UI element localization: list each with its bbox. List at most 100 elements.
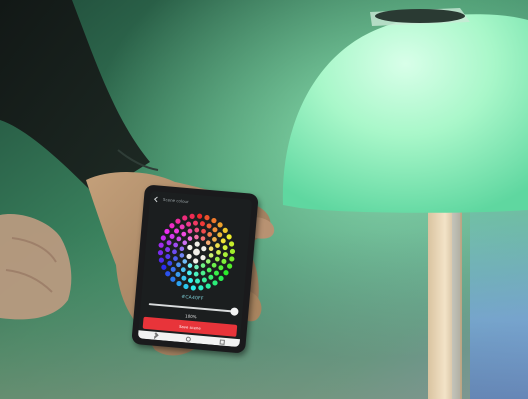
color-swatch[interactable] <box>215 243 220 248</box>
color-swatch[interactable] <box>164 228 170 235</box>
color-swatch[interactable] <box>194 278 200 284</box>
color-swatch[interactable] <box>217 232 223 238</box>
color-swatch[interactable] <box>179 253 185 258</box>
nav-back-icon[interactable] <box>151 332 159 340</box>
color-swatch[interactable] <box>222 252 228 258</box>
color-swatch[interactable] <box>179 246 185 252</box>
color-swatch[interactable] <box>186 221 192 227</box>
color-swatch[interactable] <box>227 263 233 269</box>
color-swatch[interactable] <box>161 264 167 270</box>
color-swatch[interactable] <box>208 246 214 252</box>
color-swatch[interactable] <box>182 215 188 221</box>
color-swatch[interactable] <box>218 275 224 282</box>
color-swatch[interactable] <box>217 222 223 228</box>
color-swatch[interactable] <box>173 256 178 261</box>
color-swatch[interactable] <box>165 254 171 260</box>
color-swatch[interactable] <box>180 267 186 273</box>
color-swatch[interactable] <box>201 277 207 283</box>
color-swatch[interactable] <box>212 236 217 242</box>
white-swatch[interactable] <box>193 258 199 264</box>
white-swatch[interactable] <box>194 241 200 247</box>
white-swatch[interactable] <box>201 246 207 252</box>
color-swatch[interactable] <box>223 270 229 276</box>
color-swatch[interactable] <box>198 285 204 291</box>
color-swatch[interactable] <box>220 238 226 244</box>
color-swatch[interactable] <box>221 258 227 264</box>
white-swatch[interactable] <box>186 253 192 260</box>
color-swatch[interactable] <box>182 240 188 246</box>
color-swatch[interactable] <box>193 271 199 277</box>
brightness-slider-knob[interactable] <box>230 307 239 316</box>
color-swatch[interactable] <box>176 280 182 287</box>
color-swatch[interactable] <box>205 259 211 264</box>
back-arrow-icon[interactable] <box>154 196 161 203</box>
color-swatch[interactable] <box>214 256 220 262</box>
color-swatch[interactable] <box>189 213 195 220</box>
white-swatch[interactable] <box>187 244 193 251</box>
color-swatch[interactable] <box>201 228 206 234</box>
color-swatch[interactable] <box>183 283 189 290</box>
color-wheel[interactable] <box>152 208 241 297</box>
color-swatch[interactable] <box>207 232 213 237</box>
color-swatch[interactable] <box>192 220 198 226</box>
color-swatch[interactable] <box>208 274 214 280</box>
nav-recent-apps-icon[interactable] <box>219 338 226 345</box>
color-swatch[interactable] <box>165 271 171 277</box>
color-swatch[interactable] <box>208 253 214 258</box>
color-swatch[interactable] <box>212 227 218 233</box>
color-swatch[interactable] <box>173 242 179 248</box>
color-swatch[interactable] <box>187 263 193 268</box>
color-swatch[interactable] <box>169 223 175 229</box>
white-swatch[interactable] <box>200 255 206 261</box>
color-swatch[interactable] <box>181 231 187 237</box>
color-swatch[interactable] <box>166 240 172 246</box>
color-swatch[interactable] <box>211 262 217 268</box>
color-swatch[interactable] <box>216 249 221 255</box>
color-swatch[interactable] <box>165 247 171 253</box>
nav-home-icon[interactable] <box>185 335 192 342</box>
color-swatch[interactable] <box>204 215 210 221</box>
color-swatch[interactable] <box>205 240 211 245</box>
color-swatch[interactable] <box>200 263 206 268</box>
color-swatch[interactable] <box>157 250 164 256</box>
color-swatch[interactable] <box>229 256 235 262</box>
color-swatch[interactable] <box>182 259 188 264</box>
color-swatch[interactable] <box>169 233 175 239</box>
color-swatch[interactable] <box>181 275 187 281</box>
color-swatch[interactable] <box>176 236 182 242</box>
white-swatch[interactable] <box>193 248 200 256</box>
color-swatch[interactable] <box>194 227 200 233</box>
color-swatch[interactable] <box>229 248 236 255</box>
color-swatch[interactable] <box>194 264 199 270</box>
color-swatch[interactable] <box>174 228 180 234</box>
color-swatch[interactable] <box>170 266 176 272</box>
color-swatch[interactable] <box>218 265 224 271</box>
color-swatch[interactable] <box>170 276 176 282</box>
color-swatch[interactable] <box>213 270 219 276</box>
color-swatch[interactable] <box>188 277 194 283</box>
color-swatch[interactable] <box>199 221 205 227</box>
color-swatch[interactable] <box>212 280 218 286</box>
color-swatch[interactable] <box>228 241 235 247</box>
color-swatch[interactable] <box>167 260 173 266</box>
color-swatch[interactable] <box>222 227 228 234</box>
color-swatch[interactable] <box>197 213 203 219</box>
color-swatch[interactable] <box>205 283 211 289</box>
color-swatch[interactable] <box>175 271 181 277</box>
color-swatch[interactable] <box>158 257 165 263</box>
color-swatch[interactable] <box>206 267 212 273</box>
color-swatch[interactable] <box>194 234 199 240</box>
color-swatch[interactable] <box>211 217 217 224</box>
color-swatch[interactable] <box>187 228 193 234</box>
color-swatch[interactable] <box>200 270 206 276</box>
color-swatch[interactable] <box>172 249 177 255</box>
color-swatch[interactable] <box>190 285 197 291</box>
color-swatch[interactable] <box>187 236 193 241</box>
color-swatch[interactable] <box>160 235 167 241</box>
color-swatch[interactable] <box>176 262 181 268</box>
color-swatch[interactable] <box>179 224 185 230</box>
color-swatch[interactable] <box>200 236 206 241</box>
color-swatch[interactable] <box>222 245 228 251</box>
color-swatch[interactable] <box>226 234 232 240</box>
color-swatch[interactable] <box>206 223 212 229</box>
